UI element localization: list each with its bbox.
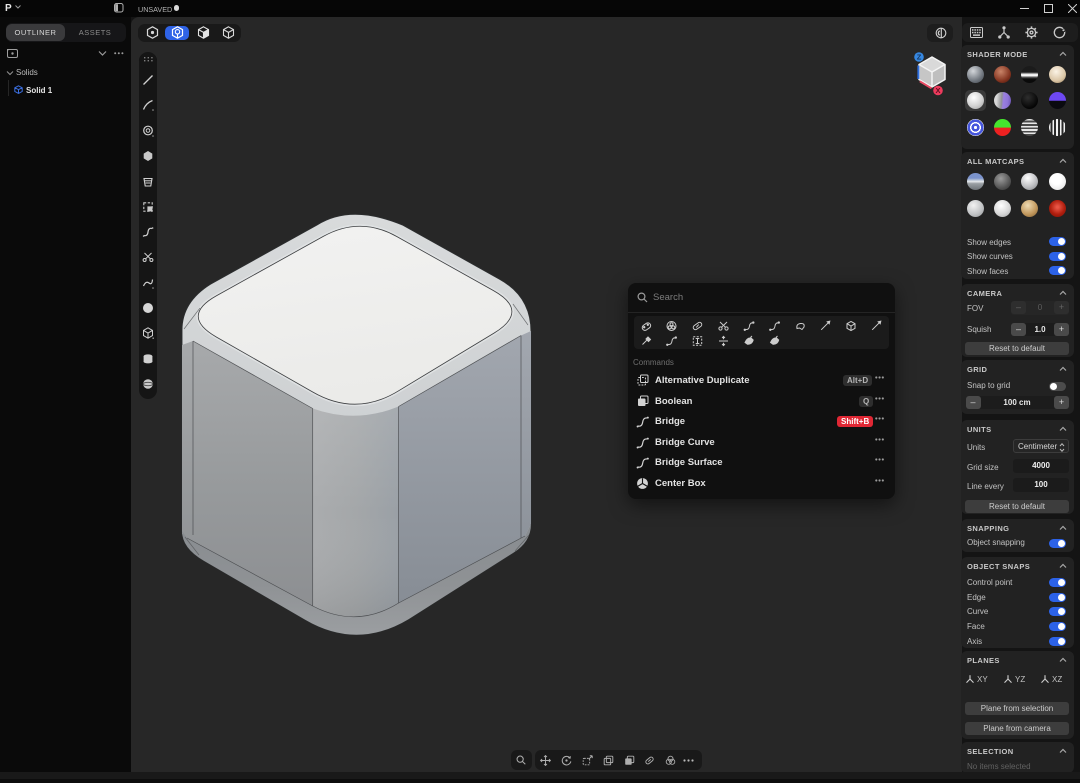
svg-text:X: X: [935, 86, 940, 95]
svg-text:Z: Z: [917, 53, 922, 62]
